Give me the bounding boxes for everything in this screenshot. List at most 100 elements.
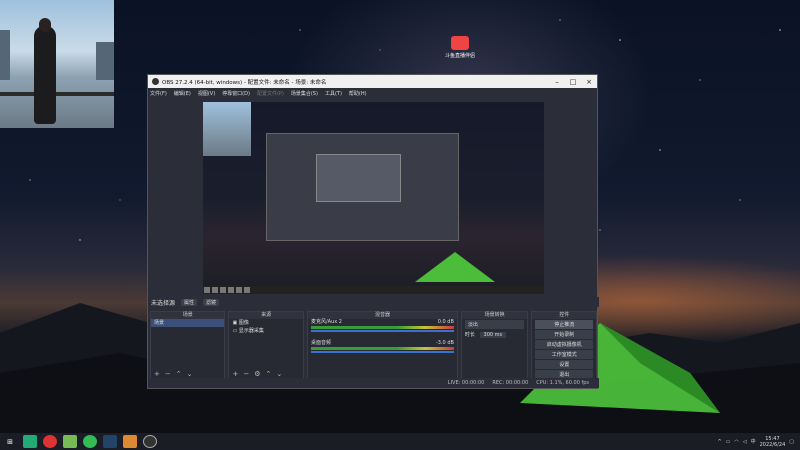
channel-name: 桌面音频 — [310, 340, 331, 346]
menu-view[interactable]: 视图(V) — [198, 90, 215, 97]
status-bar: LIVE: 00:00:00 REC: 00:00:00 CPU: 1.1%, … — [148, 378, 599, 388]
network-icon[interactable]: ▭ — [726, 439, 731, 445]
menu-bar: 文件(F) 编辑(E) 视图(V) 停靠窗口(D) 配置文件(P) 场景集合(S… — [148, 88, 597, 98]
wifi-icon[interactable]: ◠ — [734, 439, 738, 445]
channel-db: -3.0 dB — [435, 340, 454, 346]
add-icon[interactable]: + — [154, 370, 160, 378]
douyu-app-icon — [451, 36, 469, 50]
volume-slider[interactable] — [310, 330, 454, 332]
tent-shape — [415, 252, 495, 282]
transitions-header: 场景转换 — [461, 312, 528, 319]
properties-button[interactable]: 属性 — [181, 298, 198, 306]
building — [0, 30, 10, 80]
chevron-up-icon[interactable]: ^ — [717, 439, 721, 445]
mixer-header: 混音器 — [307, 312, 457, 319]
move-down-icon[interactable]: ⌄ — [276, 370, 282, 378]
transitions-dock: 场景转换 淡出 时长 300 ms — [460, 311, 529, 379]
scenes-footer: + − ⌃ ⌄ — [151, 369, 224, 378]
preview-webcam — [203, 102, 251, 156]
source-item-display[interactable]: ▭ 显示器采集 — [229, 327, 302, 335]
clock[interactable]: 15:47 2022/6/24 — [760, 436, 786, 448]
scenes-dock: 场景 场景 + − ⌃ ⌄ — [150, 311, 226, 379]
volume-meter — [310, 347, 454, 350]
preview-canvas[interactable] — [203, 102, 544, 294]
start-windows-icon[interactable]: ⊞ — [3, 435, 17, 448]
transition-select[interactable]: 淡出 — [464, 320, 525, 329]
play-store-icon[interactable] — [23, 435, 37, 448]
source-item-image[interactable]: ▣ 图像 — [229, 319, 302, 327]
taskbar: ⊞ ^ ▭ ◠ ◁ 中 15:47 2022/6/24 ▢ — [0, 433, 800, 450]
controls-header: 控件 — [532, 312, 596, 319]
virtual-camera-button[interactable]: 启动虚拟摄像机 — [535, 340, 593, 349]
rec-status: REC: 00:00:00 — [492, 380, 529, 386]
live-status: LIVE: 00:00:00 — [447, 380, 485, 386]
obs-taskbar-icon[interactable] — [143, 435, 157, 448]
sources-dock: 来源 ▣ 图像 ▭ 显示器采集 + − ⚙ ⌃ ⌄ — [228, 311, 304, 379]
mixer-dock: 混音器 麦克风/Aux 2 0.0 dB 桌面音频 -3.0 dB — [306, 311, 458, 379]
channel-db: 0.0 dB — [437, 319, 454, 325]
nested-obs-preview — [266, 133, 459, 241]
duration-label: 时长 — [464, 332, 475, 338]
no-source-label: 未选择源 — [151, 299, 176, 307]
app-green-icon[interactable] — [83, 435, 97, 448]
scenes-header: 场景 — [151, 312, 225, 319]
person-figure — [34, 26, 56, 124]
move-up-icon[interactable]: ⌃ — [266, 370, 272, 378]
channel-name: 麦克风/Aux 2 — [310, 319, 342, 325]
preview-taskbar — [203, 286, 544, 294]
wechat-icon[interactable] — [63, 435, 77, 448]
sources-footer: + − ⚙ ⌃ ⌄ — [229, 369, 302, 378]
move-down-icon[interactable]: ⌄ — [187, 370, 193, 378]
system-tray: ^ ▭ ◠ ◁ 中 15:47 2022/6/24 ▢ — [717, 433, 794, 450]
volume-meter — [310, 326, 454, 329]
cpu-status: CPU: 1.1%, 60.00 fps — [536, 380, 589, 386]
desktop-icon-douyu[interactable]: 斗鱼直播伴侣 — [440, 36, 480, 66]
person-head — [39, 18, 51, 32]
menu-profile[interactable]: 配置文件(P) — [257, 90, 284, 97]
steam-icon[interactable] — [103, 435, 117, 448]
source-label: 图像 — [238, 320, 249, 326]
sources-header: 来源 — [229, 312, 303, 319]
title-bar[interactable]: OBS 27.2.4 (64-bit, windows) - 配置文件: 未命名… — [148, 75, 597, 88]
stop-streaming-button[interactable]: 停止推流 — [535, 320, 593, 329]
nested-inner-preview — [316, 154, 401, 202]
add-icon[interactable]: + — [232, 370, 238, 378]
menu-file[interactable]: 文件(F) — [150, 90, 167, 97]
app-orange-icon[interactable] — [123, 435, 137, 448]
minimize-icon[interactable]: – — [549, 78, 565, 86]
settings-button[interactable]: 设置 — [535, 360, 593, 369]
app-red-icon[interactable] — [43, 435, 57, 448]
menu-scene-collection[interactable]: 场景集合(S) — [291, 90, 318, 97]
maximize-icon[interactable]: □ — [565, 78, 581, 86]
menu-docks[interactable]: 停靠窗口(D) — [222, 90, 250, 97]
menu-help[interactable]: 帮助(H) — [349, 90, 367, 97]
remove-icon[interactable]: − — [165, 370, 171, 378]
filters-button[interactable]: 滤镜 — [203, 298, 220, 306]
gear-icon[interactable]: ⚙ — [254, 370, 260, 378]
move-up-icon[interactable]: ⌃ — [176, 370, 182, 378]
obs-window[interactable]: OBS 27.2.4 (64-bit, windows) - 配置文件: 未命名… — [147, 74, 599, 389]
window-title: OBS 27.2.4 (64-bit, windows) - 配置文件: 未命名… — [162, 79, 327, 86]
railing — [0, 92, 114, 96]
duration-input[interactable]: 300 ms — [479, 332, 507, 338]
start-recording-button[interactable]: 开始录制 — [535, 330, 593, 339]
desktop-icon-label: 斗鱼直播伴侣 — [444, 53, 475, 59]
menu-edit[interactable]: 编辑(E) — [174, 90, 191, 97]
close-icon[interactable]: × — [581, 78, 597, 86]
remove-icon[interactable]: − — [243, 370, 249, 378]
notification-icon[interactable]: ▢ — [789, 439, 794, 445]
source-toolbar: 未选择源 属性 滤镜 — [148, 297, 599, 307]
menu-tools[interactable]: 工具(T) — [325, 90, 342, 97]
building — [96, 42, 114, 80]
volume-icon[interactable]: ◁ — [743, 439, 747, 445]
scene-item[interactable]: 场景 — [151, 319, 225, 327]
volume-slider[interactable] — [310, 351, 454, 353]
mixer-channel-mic: 麦克风/Aux 2 0.0 dB — [308, 319, 457, 325]
clock-date: 2022/6/24 — [759, 441, 786, 448]
duration-row: 时长 300 ms — [462, 330, 528, 340]
ime-icon[interactable]: 中 — [751, 438, 756, 445]
webcam-overlay — [0, 0, 114, 128]
controls-dock: 控件 停止推流 开始录制 启动虚拟摄像机 工作室模式 设置 退出 — [531, 311, 597, 379]
studio-mode-button[interactable]: 工作室模式 — [535, 350, 593, 359]
dock-area: 场景 场景 + − ⌃ ⌄ 来源 ▣ 图像 ▭ 显示器采集 + − ⚙ ⌃ ⌄ 混音器 麦克风… — [148, 311, 599, 379]
